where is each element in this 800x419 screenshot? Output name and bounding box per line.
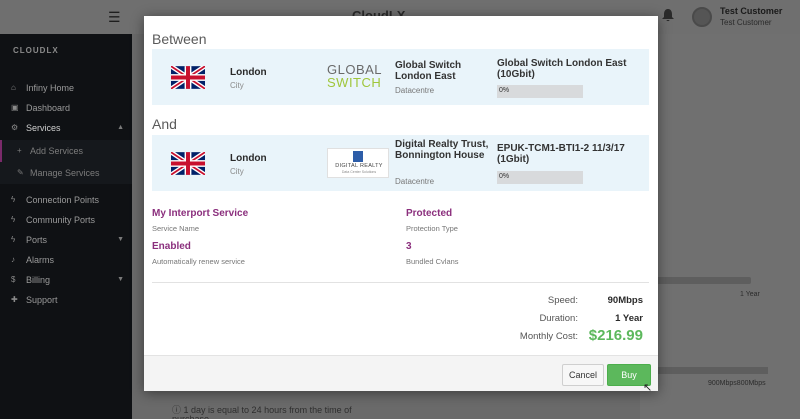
chevron-down-icon: ▼ bbox=[117, 236, 124, 243]
menu-icon[interactable]: ☰ bbox=[108, 9, 121, 26]
duration-value: 1 Year bbox=[615, 313, 643, 324]
bell-icon[interactable] bbox=[662, 9, 674, 22]
service-name-label: Service Name bbox=[152, 224, 200, 233]
info-note-continued: purchase bbox=[172, 414, 210, 419]
monthly-cost-value: $216.99 bbox=[588, 327, 643, 344]
b-end-service: EPUK-TCM1-BTI1-2 11/3/17 (1Gbit) bbox=[497, 143, 625, 165]
modal-footer: Cancel Buy bbox=[144, 355, 658, 391]
sidebar-item-connection-points[interactable]: ϟ Connection Points bbox=[0, 190, 132, 210]
services-icon: ⚙ bbox=[11, 123, 19, 132]
plug-icon: ϟ bbox=[11, 215, 16, 224]
support-icon: ✚ bbox=[11, 295, 18, 304]
sidebar-item-label: Alarms bbox=[26, 255, 55, 265]
sidebar-item-services[interactable]: ⚙ Services ▲ bbox=[0, 118, 132, 138]
b-end-datacentre-label: Datacentre bbox=[395, 177, 435, 186]
dollar-icon: $ bbox=[11, 275, 16, 284]
sidebar-item-dashboard[interactable]: ▣ Dashboard bbox=[0, 98, 132, 118]
alarm-icon: ♪ bbox=[11, 255, 15, 264]
uk-flag-icon bbox=[171, 152, 205, 175]
protection-type-value: Protected bbox=[406, 208, 453, 219]
bundled-cvlans-label: Bundled Cvlans bbox=[406, 257, 459, 266]
between-heading: Between bbox=[152, 31, 207, 47]
digital-realty-logo: DIGITAL REALTY Data Center Solutions bbox=[327, 148, 389, 178]
sidebar-item-label: Connection Points bbox=[26, 195, 100, 205]
duration-label: Duration: bbox=[539, 313, 578, 324]
a-end-city-label: City bbox=[230, 81, 244, 90]
user-name[interactable]: Test Customer bbox=[720, 6, 782, 16]
sidebar-item-label: Dashboard bbox=[26, 103, 71, 113]
a-end-card: London City GLOBAL SWITCH Global Switch … bbox=[152, 49, 649, 105]
a-end-city: London bbox=[230, 67, 267, 78]
sidebar-item-manage-services[interactable]: ✎ Manage Services bbox=[0, 162, 132, 184]
home-icon: ⌂ bbox=[11, 83, 16, 92]
uk-flag-icon bbox=[171, 66, 205, 89]
auto-renew-label: Automatically renew service bbox=[152, 257, 245, 266]
mouse-cursor-icon: ↖ bbox=[643, 382, 653, 394]
sidebar-item-infiny-home[interactable]: ⌂ Infiny Home bbox=[0, 78, 132, 98]
speed-label: Speed: bbox=[547, 295, 578, 306]
speed-value: 90Mbps bbox=[607, 295, 643, 306]
sidebar: CLOUDLX ⌂ Infiny Home ▣ Dashboard ⚙ Service… bbox=[0, 34, 132, 419]
service-name-value: My Interport Service bbox=[152, 208, 249, 219]
a-end-usage-bar: 0% bbox=[497, 85, 583, 98]
a-end-datacentre-label: Datacentre bbox=[395, 86, 435, 95]
protection-type-label: Protection Type bbox=[406, 224, 458, 233]
sidebar-item-label: Services bbox=[26, 123, 61, 133]
b-end-datacentre: Digital Realty Trust, Bonnington House bbox=[395, 139, 489, 161]
summary-divider bbox=[152, 282, 649, 283]
order-confirmation-modal: Between London City GLOBAL SWITCH Global… bbox=[144, 16, 658, 394]
sidebar-item-label: Add Services bbox=[30, 146, 84, 156]
b-end-usage-text: 0% bbox=[499, 173, 510, 180]
b-end-city: London bbox=[230, 153, 267, 164]
duration-slider-label: 1 Year bbox=[740, 291, 760, 298]
b-end-city-label: City bbox=[230, 167, 244, 176]
chevron-up-icon: ▲ bbox=[117, 124, 124, 131]
and-heading: And bbox=[152, 116, 177, 132]
sidebar-logo: CLOUDLX bbox=[13, 46, 59, 55]
active-indicator bbox=[0, 140, 2, 162]
auto-renew-value: Enabled bbox=[152, 241, 191, 252]
chevron-down-icon: ▼ bbox=[117, 276, 124, 283]
sidebar-item-community-ports[interactable]: ϟ Community Ports bbox=[0, 210, 132, 230]
sidebar-item-label: Ports bbox=[26, 235, 48, 245]
avatar[interactable] bbox=[692, 7, 712, 27]
monthly-cost-label: Monthly Cost: bbox=[519, 331, 578, 342]
b-end-card: London City DIGITAL REALTY Data Center S… bbox=[152, 135, 649, 191]
a-end-usage-text: 0% bbox=[499, 87, 510, 94]
a-end-service: Global Switch London East (10Gbit) bbox=[497, 58, 627, 80]
a-end-datacentre: Global Switch London East bbox=[395, 60, 462, 82]
sidebar-item-label: Community Ports bbox=[26, 215, 96, 225]
sidebar-item-label: Manage Services bbox=[30, 168, 100, 178]
background-panel bbox=[640, 34, 800, 419]
sidebar-item-alarms[interactable]: ♪ Alarms bbox=[0, 250, 132, 270]
sidebar-item-label: Billing bbox=[26, 275, 51, 285]
dashboard-icon: ▣ bbox=[11, 103, 19, 112]
sidebar-item-billing[interactable]: $ Billing ▼ bbox=[0, 270, 132, 290]
cancel-button[interactable]: Cancel bbox=[562, 364, 604, 386]
sidebar-item-ports[interactable]: ϟ Ports ▼ bbox=[0, 230, 132, 250]
plug-icon: ϟ bbox=[11, 235, 16, 244]
sidebar-item-label: Support bbox=[26, 295, 58, 305]
bundled-cvlans-value: 3 bbox=[406, 241, 412, 252]
sidebar-item-add-services[interactable]: + Add Services bbox=[0, 140, 132, 162]
sidebar-item-label: Infiny Home bbox=[26, 83, 75, 93]
b-end-usage-bar: 0% bbox=[497, 171, 583, 184]
sidebar-item-support[interactable]: ✚ Support bbox=[0, 290, 132, 310]
plug-icon: ϟ bbox=[11, 195, 16, 204]
speed-slider-label: 900Mbps800Mbps bbox=[708, 380, 766, 387]
global-switch-logo: GLOBAL SWITCH bbox=[327, 62, 383, 90]
wrench-icon: ✎ bbox=[17, 168, 24, 177]
user-subtitle: Test Customer bbox=[720, 18, 772, 27]
plus-icon: + bbox=[17, 146, 22, 155]
speed-slider[interactable] bbox=[656, 367, 768, 374]
duration-slider[interactable] bbox=[656, 277, 751, 284]
